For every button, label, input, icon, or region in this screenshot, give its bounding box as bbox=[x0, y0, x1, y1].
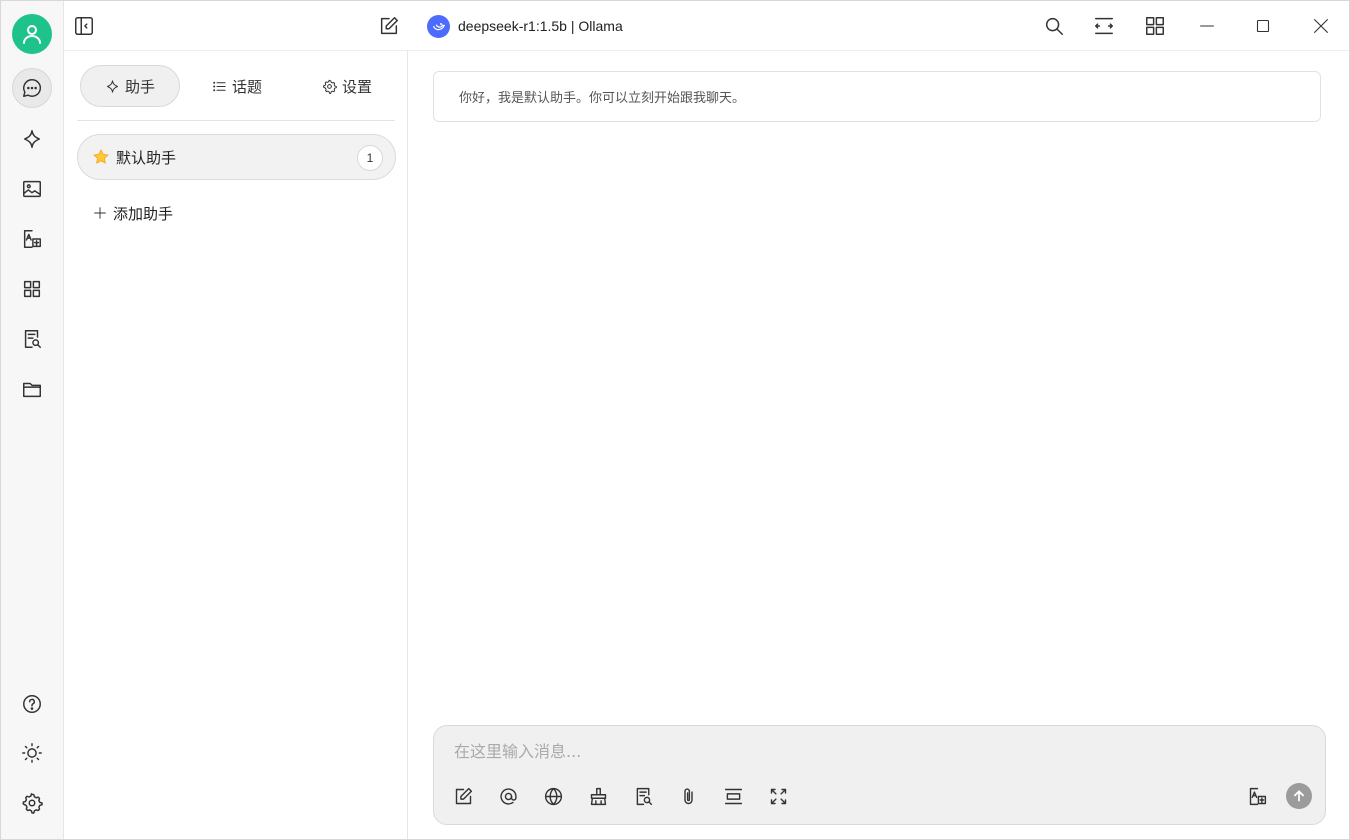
rail-paintings-button[interactable] bbox=[12, 169, 52, 209]
assistant-item-default[interactable]: 默认助手 1 bbox=[77, 134, 396, 180]
app-window: deepseek-r1:1.5b | Ollama 助手 话题 设置 默认助手 … bbox=[0, 0, 1350, 840]
tabs-divider bbox=[77, 120, 395, 121]
message-input[interactable] bbox=[454, 738, 1304, 764]
arrow-up-icon bbox=[1294, 790, 1304, 802]
minimize-icon bbox=[1200, 25, 1214, 27]
knowledge-base-button[interactable] bbox=[631, 784, 655, 808]
globe-icon bbox=[544, 787, 562, 805]
maximize-icon bbox=[1256, 19, 1270, 33]
left-rail bbox=[1, 1, 64, 839]
broom-icon bbox=[590, 787, 606, 805]
rail-files-button[interactable] bbox=[12, 369, 52, 409]
translate-icon bbox=[23, 230, 41, 248]
layout-grid-icon bbox=[1146, 17, 1164, 35]
list-icon bbox=[213, 81, 226, 91]
rail-theme-button[interactable] bbox=[12, 733, 52, 773]
rail-knowledge-button[interactable] bbox=[12, 319, 52, 359]
send-button[interactable] bbox=[1286, 783, 1312, 809]
greeting-message: 你好，我是默认助手。你可以立刻开始跟我聊天。 bbox=[433, 71, 1321, 122]
folder-icon bbox=[23, 382, 41, 398]
model-name-label: deepseek-r1:1.5b | Ollama bbox=[458, 18, 623, 34]
expand-width-icon bbox=[1095, 17, 1113, 35]
context-separator-button[interactable] bbox=[721, 784, 745, 808]
knowledge-search-icon bbox=[636, 787, 652, 805]
attach-file-button[interactable] bbox=[676, 784, 700, 808]
sparkle-icon bbox=[106, 79, 118, 93]
rail-chat-button[interactable] bbox=[12, 68, 52, 108]
close-icon bbox=[1314, 19, 1328, 33]
theme-sun-icon bbox=[22, 743, 42, 763]
panel-tabs: 助手 话题 设置 bbox=[64, 51, 408, 121]
star-icon bbox=[92, 148, 110, 166]
tab-settings[interactable]: 设置 bbox=[304, 65, 390, 107]
assistant-name: 默认助手 bbox=[116, 148, 177, 167]
minimize-button[interactable] bbox=[1195, 14, 1219, 38]
search-icon bbox=[1045, 17, 1063, 35]
paperclip-icon bbox=[683, 787, 693, 804]
title-bar: deepseek-r1:1.5b | Ollama bbox=[64, 1, 1349, 51]
assistants-panel: 助手 话题 设置 默认助手 1 添加助手 bbox=[64, 51, 408, 839]
sidebar-toggle-icon bbox=[75, 17, 93, 35]
expand-input-button[interactable] bbox=[766, 784, 790, 808]
chat-area: 你好，我是默认助手。你可以立刻开始跟我聊天。 bbox=[408, 51, 1349, 839]
topic-count-badge: 1 bbox=[357, 145, 383, 171]
knowledge-search-icon bbox=[24, 330, 41, 348]
edit-icon bbox=[455, 787, 472, 804]
user-avatar[interactable] bbox=[12, 14, 52, 54]
expand-arrows-icon bbox=[770, 788, 786, 804]
translate-input-button[interactable] bbox=[1245, 784, 1269, 808]
tab-assistants[interactable]: 助手 bbox=[80, 65, 180, 107]
separator-icon bbox=[724, 788, 742, 804]
rail-translate-button[interactable] bbox=[12, 219, 52, 259]
tab-topics-label: 话题 bbox=[231, 77, 262, 96]
tab-settings-label: 设置 bbox=[341, 77, 372, 96]
tab-assistants-label: 助手 bbox=[124, 77, 155, 96]
new-topic-tool-button[interactable] bbox=[451, 784, 475, 808]
close-button[interactable] bbox=[1309, 14, 1333, 38]
web-search-button[interactable] bbox=[541, 784, 565, 808]
rail-apps-button[interactable] bbox=[12, 269, 52, 309]
translate-icon bbox=[1249, 787, 1266, 805]
mention-model-button[interactable] bbox=[496, 784, 520, 808]
rail-settings-button[interactable] bbox=[12, 783, 52, 823]
apps-grid-icon bbox=[23, 280, 41, 298]
at-sign-icon bbox=[499, 787, 517, 805]
model-selector[interactable]: deepseek-r1:1.5b | Ollama bbox=[427, 14, 623, 38]
layout-button[interactable] bbox=[1143, 14, 1167, 38]
gear-icon bbox=[323, 79, 337, 94]
search-button[interactable] bbox=[1042, 14, 1066, 38]
add-assistant-label: 添加助手 bbox=[113, 204, 174, 223]
user-icon bbox=[23, 25, 41, 44]
settings-gear-icon bbox=[22, 793, 43, 814]
plus-icon bbox=[94, 207, 106, 219]
new-topic-button[interactable] bbox=[377, 14, 401, 38]
chat-bubble-icon bbox=[23, 79, 42, 97]
toggle-sidebar-button[interactable] bbox=[72, 14, 96, 38]
sparkle-icon bbox=[23, 130, 41, 148]
clear-messages-button[interactable] bbox=[586, 784, 610, 808]
add-assistant-button[interactable]: 添加助手 bbox=[92, 201, 173, 225]
maximize-button[interactable] bbox=[1251, 14, 1275, 38]
help-icon bbox=[23, 695, 41, 713]
image-icon bbox=[23, 180, 41, 198]
deepseek-whale-icon bbox=[427, 14, 450, 38]
message-composer bbox=[433, 725, 1326, 825]
narrow-mode-button[interactable] bbox=[1092, 14, 1116, 38]
rail-help-button[interactable] bbox=[12, 684, 52, 724]
rail-agents-button[interactable] bbox=[12, 119, 52, 159]
edit-icon bbox=[380, 17, 398, 35]
tab-topics[interactable]: 话题 bbox=[197, 65, 277, 107]
